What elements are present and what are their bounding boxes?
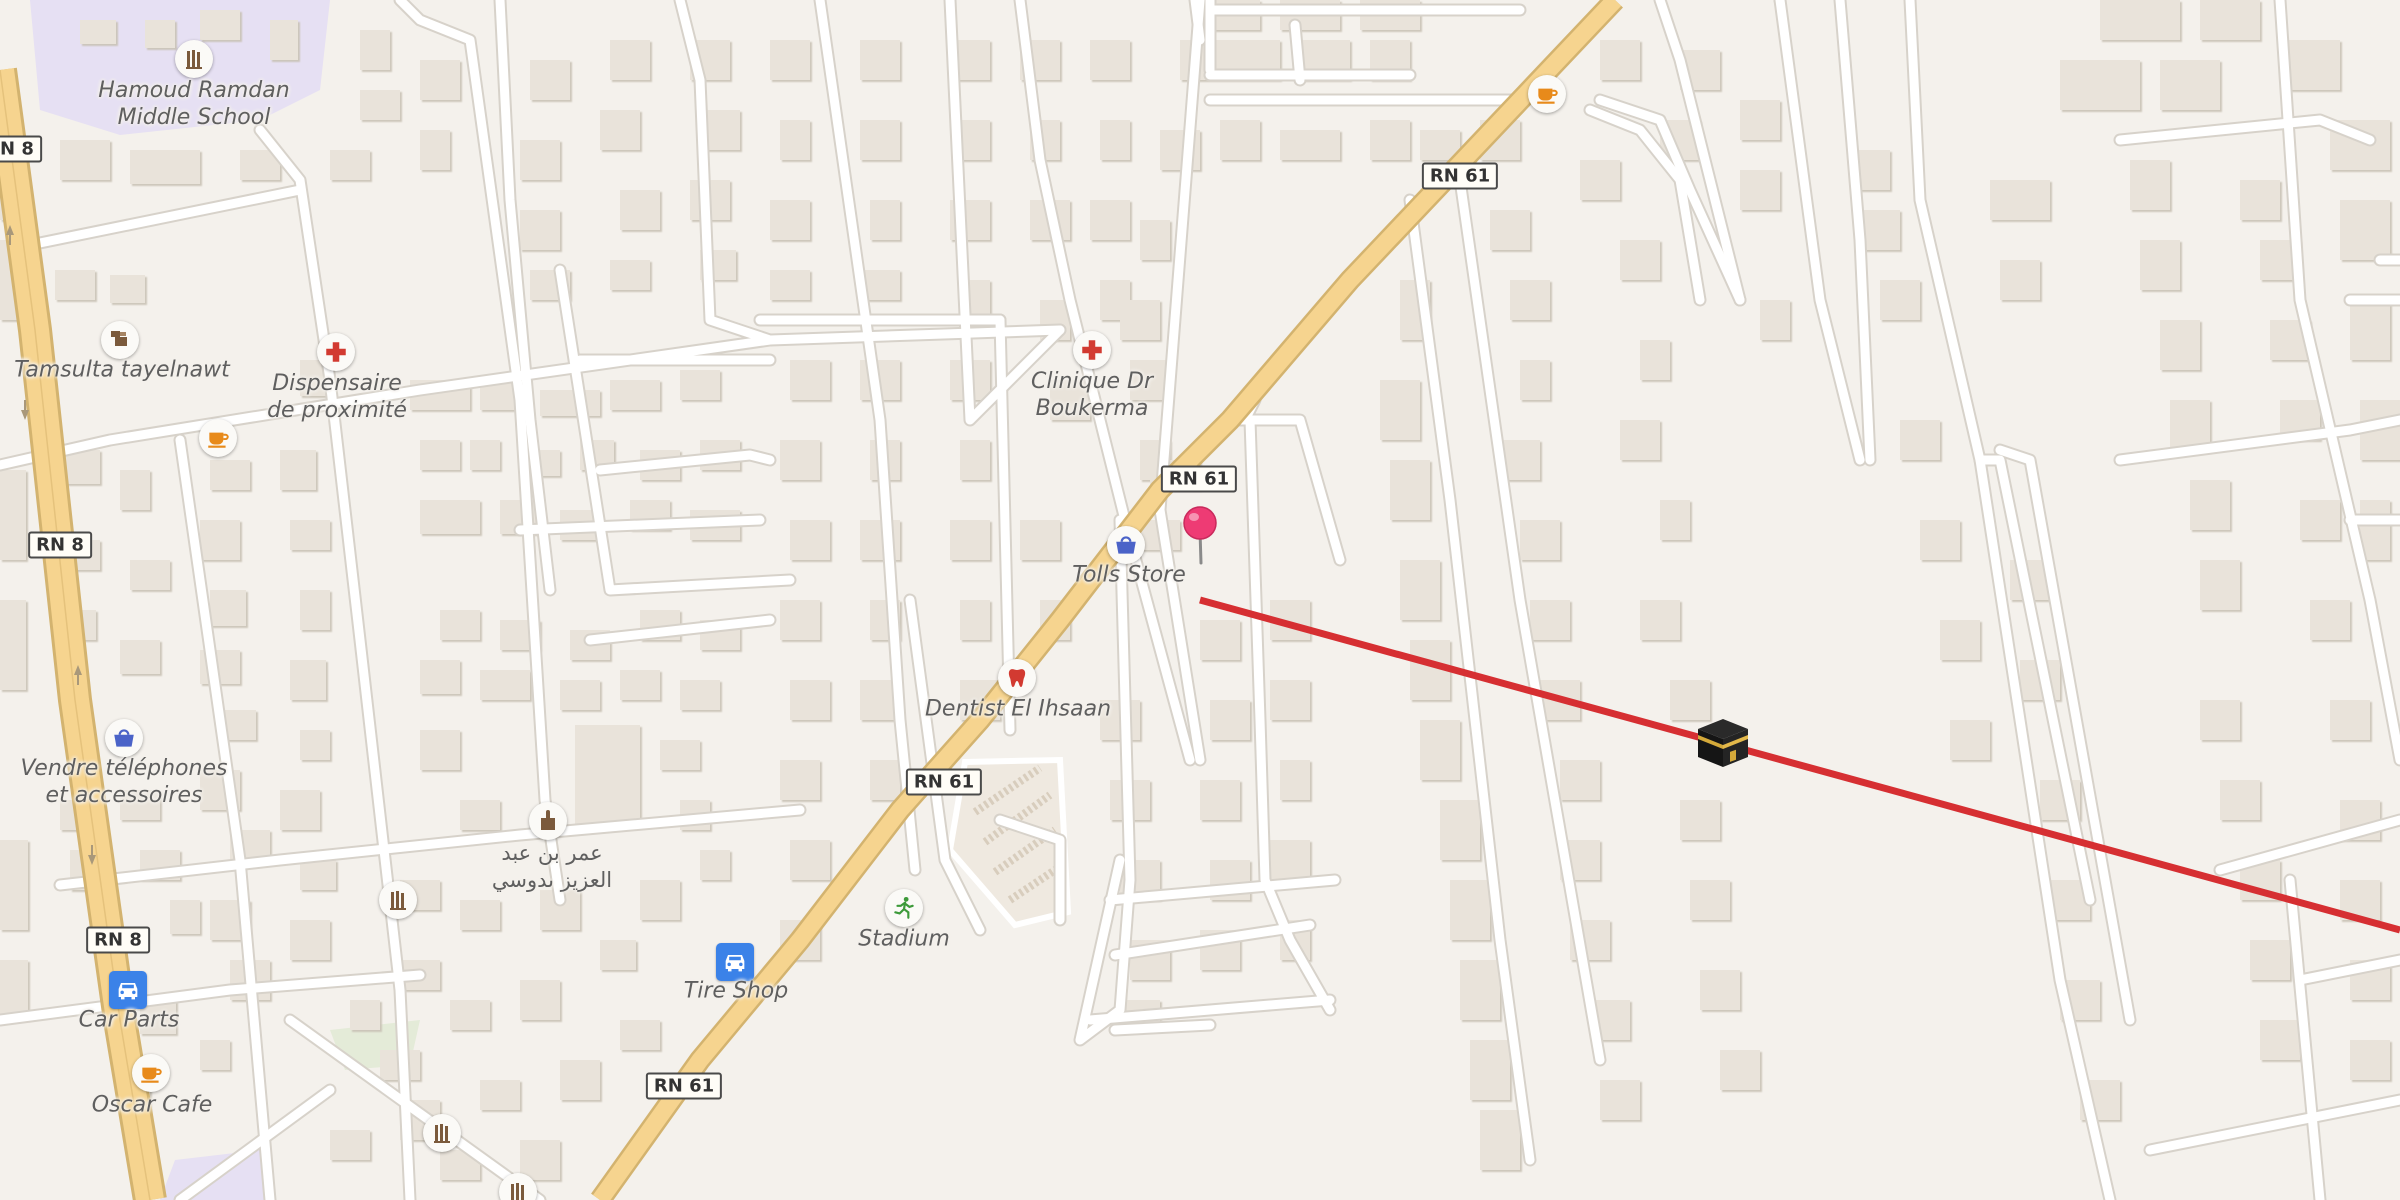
- road-shield-rn8: RN 8: [86, 926, 150, 954]
- medical-cross-icon[interactable]: [1073, 331, 1111, 369]
- label-line: Stadium: [858, 926, 950, 952]
- school-icon[interactable]: [529, 802, 567, 840]
- place-label-car-parts[interactable]: Car Parts: [79, 1007, 180, 1034]
- school-icon[interactable]: [423, 1114, 461, 1152]
- label-line: Clinique Dr: [1030, 369, 1154, 394]
- place-label-dispensaire[interactable]: Dispensaire de proximité: [267, 370, 407, 424]
- road-shield-rn8: RN 8: [28, 531, 92, 559]
- label-line: Hamoud Ramdan: [98, 78, 290, 103]
- medical-cross-icon[interactable]: [317, 333, 355, 371]
- school-icon[interactable]: [379, 881, 417, 919]
- label-line: Oscar Cafe: [91, 1092, 213, 1118]
- place-label-tolls-store[interactable]: Tolls Store: [1072, 562, 1186, 589]
- car-icon[interactable]: [716, 943, 754, 981]
- label-line: de proximité: [267, 398, 407, 423]
- kaaba-icon[interactable]: [1694, 713, 1752, 771]
- place-label-tamsulta-tayelnawt[interactable]: Tamsulta tayelnawt: [14, 357, 229, 384]
- road-shield-rn61: RN 61: [1160, 465, 1238, 493]
- shopping-basket-icon[interactable]: [1107, 526, 1145, 564]
- car-icon[interactable]: [109, 971, 147, 1009]
- school-icon[interactable]: [101, 321, 139, 359]
- label-line: Vendre téléphones: [20, 756, 228, 781]
- pink-pin-icon[interactable]: [1180, 505, 1220, 565]
- road-shield-rn61: RN 61: [905, 768, 983, 796]
- place-label-arabic-school[interactable]: عمر بن عبد العزيز ىدوسي: [492, 840, 612, 894]
- place-label-tire-shop[interactable]: Tire Shop: [684, 978, 788, 1005]
- label-line: et accessoires: [45, 783, 203, 808]
- place-label-stadium[interactable]: Stadium: [858, 926, 950, 953]
- road-shield-rn8: RN 8: [0, 135, 42, 163]
- place-label-hamoud-ramdan-middle-school[interactable]: Hamoud Ramdan Middle School: [98, 77, 289, 131]
- label-line: Tire Shop: [683, 978, 789, 1004]
- place-label-vendre-telephones[interactable]: Vendre téléphones et accessoires: [21, 755, 228, 809]
- label-line: عمر بن عبد: [501, 841, 603, 865]
- label-line: Car Parts: [78, 1007, 180, 1033]
- school-icon[interactable]: [175, 40, 213, 78]
- qibla-direction-line: [1199, 596, 2400, 934]
- place-label-dentist-el-ihsaan[interactable]: Dentist El Ihsaan: [925, 696, 1111, 723]
- map-canvas[interactable]: RN 8 RN 8 RN 8 RN 61 RN 61 RN 61 RN 61: [0, 0, 2400, 1200]
- label-line: Tolls Store: [1072, 562, 1186, 588]
- coffee-cup-icon[interactable]: [1528, 75, 1566, 113]
- label-line: العزيز ىدوسي: [491, 868, 613, 892]
- running-figure-icon[interactable]: [885, 889, 923, 927]
- label-line: Middle School: [117, 105, 271, 130]
- coffee-cup-icon[interactable]: [199, 419, 237, 457]
- road-shield-rn61: RN 61: [1421, 162, 1499, 190]
- tooth-icon[interactable]: [998, 659, 1036, 697]
- label-line: Tamsulta tayelnawt: [14, 357, 230, 383]
- place-label-oscar-cafe[interactable]: Oscar Cafe: [92, 1092, 213, 1119]
- road-shield-rn61: RN 61: [645, 1072, 723, 1100]
- place-label-clinique-dr-boukerma[interactable]: Clinique Dr Boukerma: [1031, 368, 1153, 422]
- label-line: Dentist El Ihsaan: [924, 696, 1112, 722]
- map-base-layer: [0, 0, 2400, 1200]
- coffee-cup-icon[interactable]: [132, 1054, 170, 1092]
- shopping-basket-icon[interactable]: [105, 719, 143, 757]
- label-line: Dispensaire: [272, 371, 402, 396]
- label-line: Boukerma: [1035, 396, 1149, 421]
